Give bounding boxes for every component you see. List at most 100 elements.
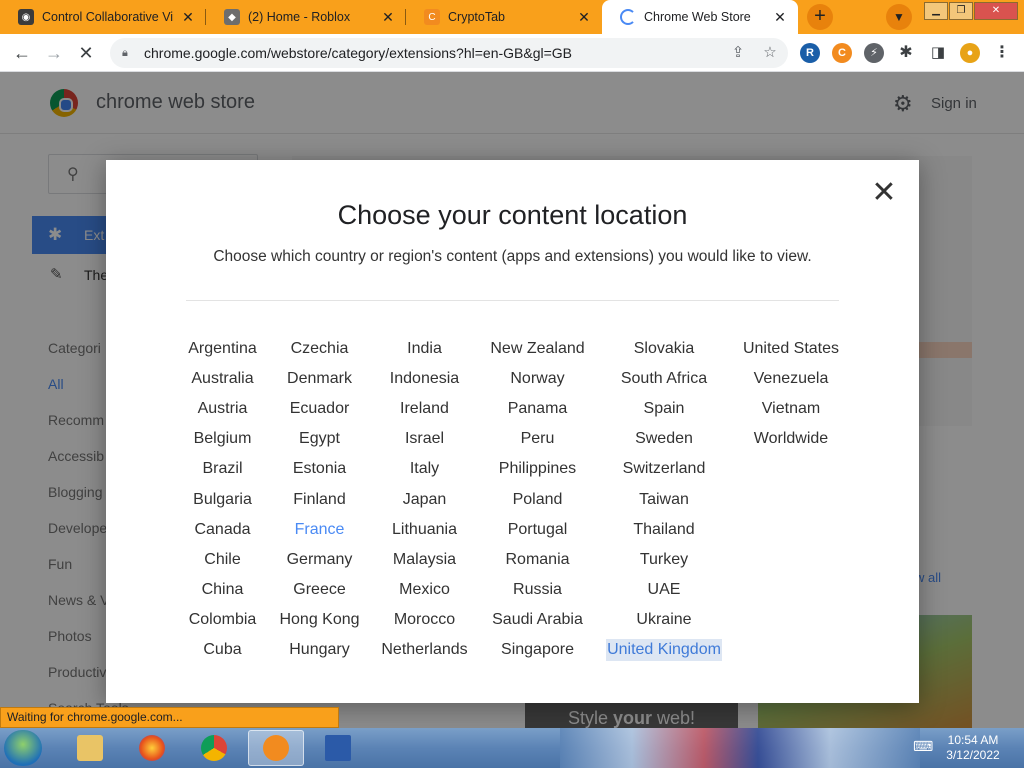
window-close-button[interactable]: ✕ [974, 2, 1018, 20]
chrome-icon [201, 735, 227, 761]
taskbar-explorer[interactable] [62, 730, 118, 766]
country-option[interactable]: Slovakia [594, 334, 734, 364]
country-option[interactable]: Panama [481, 394, 594, 424]
country-option[interactable]: France [271, 515, 368, 545]
country-option[interactable]: Morocco [368, 605, 481, 635]
country-option[interactable]: Brazil [174, 454, 271, 484]
country-option[interactable]: Netherlands [368, 635, 481, 665]
close-tab-icon[interactable]: ✕ [380, 9, 396, 26]
country-option[interactable]: Poland [481, 484, 594, 514]
country-option[interactable]: Colombia [174, 605, 271, 635]
start-button[interactable] [4, 730, 42, 766]
country-option[interactable]: Sweden [594, 424, 734, 454]
country-option[interactable]: Indonesia [368, 364, 481, 394]
system-clock[interactable]: 10:54 AM 3/12/2022 [938, 733, 1008, 763]
network-tray-icon[interactable]: ⌨︎ [913, 738, 933, 755]
country-option[interactable]: Israel [368, 424, 481, 454]
tab-cryptotab[interactable]: C CryptoTab ✕ [406, 0, 602, 34]
country-option[interactable]: Cuba [174, 635, 271, 665]
country-option[interactable]: Worldwide [734, 424, 848, 454]
address-bar[interactable]: 🔒︎ chrome.google.com/webstore/category/e… [110, 38, 788, 68]
profile-avatar-icon[interactable]: ● [960, 43, 980, 63]
taskbar-cryptotab[interactable] [248, 730, 304, 766]
puzzle-extensions-icon[interactable]: ✱ [896, 43, 916, 63]
country-option[interactable]: Italy [368, 454, 481, 484]
country-option[interactable]: Ukraine [594, 605, 734, 635]
share-icon[interactable]: ⇪ [728, 43, 748, 63]
taskbar-remote-app[interactable] [310, 730, 366, 766]
country-option[interactable]: Norway [481, 364, 594, 394]
country-option[interactable]: South Africa [594, 364, 734, 394]
country-option[interactable]: Romania [481, 545, 594, 575]
back-arrow-icon[interactable]: ← [10, 41, 34, 65]
country-option[interactable]: Vietnam [734, 394, 848, 424]
country-option[interactable]: Taiwan [594, 484, 734, 514]
country-option[interactable]: New Zealand [481, 334, 594, 364]
close-tab-icon[interactable]: ✕ [772, 9, 788, 26]
country-option[interactable]: Estonia [271, 454, 368, 484]
tab-control-collaborative[interactable]: ◉ Control Collaborative Vir ✕ [0, 0, 206, 34]
country-option[interactable]: Switzerland [594, 454, 734, 484]
maximize-button[interactable]: ❐ [949, 2, 973, 20]
country-option[interactable]: Russia [481, 575, 594, 605]
country-option[interactable]: Canada [174, 515, 271, 545]
country-option[interactable]: Ireland [368, 394, 481, 424]
tab-search-button[interactable]: ▼ [886, 4, 912, 30]
country-option[interactable]: Spain [594, 394, 734, 424]
close-tab-icon[interactable]: ✕ [576, 9, 592, 26]
lock-icon: 🔒︎ [122, 46, 128, 59]
country-option[interactable]: Belgium [174, 424, 271, 454]
country-option[interactable]: Peru [481, 424, 594, 454]
menu-dots-icon[interactable]: ⋮ [992, 43, 1012, 63]
country-option[interactable]: Denmark [271, 364, 368, 394]
country-option[interactable]: Venezuela [734, 364, 848, 394]
country-option[interactable]: Chile [174, 545, 271, 575]
country-option[interactable]: UAE [594, 575, 734, 605]
tab-chrome-web-store[interactable]: Chrome Web Store ✕ [602, 0, 798, 34]
country-option[interactable]: Germany [271, 545, 368, 575]
country-label: Estonia [292, 460, 347, 478]
country-option[interactable]: Malaysia [368, 545, 481, 575]
star-icon[interactable]: ☆ [760, 43, 780, 63]
new-tab-button[interactable]: + [807, 4, 833, 30]
country-option[interactable]: Greece [271, 575, 368, 605]
country-option[interactable]: Mexico [368, 575, 481, 605]
country-option[interactable]: Hungary [271, 635, 368, 665]
puppet-icon: ◉ [18, 9, 34, 25]
country-option[interactable]: Portugal [481, 515, 594, 545]
country-option[interactable]: China [174, 575, 271, 605]
taskbar-chrome[interactable] [186, 730, 242, 766]
country-option[interactable]: Thailand [594, 515, 734, 545]
country-option[interactable]: India [368, 334, 481, 364]
minimize-button[interactable]: ▁ [924, 2, 948, 20]
country-option[interactable]: Lithuania [368, 515, 481, 545]
side-panel-icon[interactable]: ◨ [928, 43, 948, 63]
forward-arrow-icon[interactable]: → [42, 41, 66, 65]
country-option[interactable]: Turkey [594, 545, 734, 575]
country-option[interactable]: Egypt [271, 424, 368, 454]
country-option[interactable]: United States [734, 334, 848, 364]
extension-r-icon[interactable]: R [800, 43, 820, 63]
country-option[interactable]: Japan [368, 484, 481, 514]
stop-icon[interactable]: ✕ [74, 41, 98, 65]
country-option[interactable]: Ecuador [271, 394, 368, 424]
country-option[interactable]: Singapore [481, 635, 594, 665]
country-option[interactable]: Austria [174, 394, 271, 424]
tab-roblox[interactable]: ◆ (2) Home - Roblox ✕ [206, 0, 406, 34]
close-tab-icon[interactable]: ✕ [180, 9, 196, 26]
country-option[interactable]: Philippines [481, 454, 594, 484]
country-option[interactable]: Australia [174, 364, 271, 394]
tab-title: (2) Home - Roblox [248, 10, 351, 24]
country-option[interactable]: Bulgaria [174, 484, 271, 514]
country-label: Greece [293, 580, 346, 598]
country-option[interactable]: Argentina [174, 334, 271, 364]
bolt-extension-icon[interactable]: ⚡︎ [864, 43, 884, 63]
country-option[interactable]: Finland [271, 484, 368, 514]
country-option[interactable]: Czechia [271, 334, 368, 364]
cryptotab-extension-icon[interactable]: C [832, 43, 852, 63]
country-option[interactable]: United Kingdom [594, 635, 734, 665]
country-option[interactable]: Hong Kong [271, 605, 368, 635]
status-bubble: Waiting for chrome.google.com... [0, 707, 339, 728]
taskbar-firefox[interactable] [124, 730, 180, 766]
country-option[interactable]: Saudi Arabia [481, 605, 594, 635]
